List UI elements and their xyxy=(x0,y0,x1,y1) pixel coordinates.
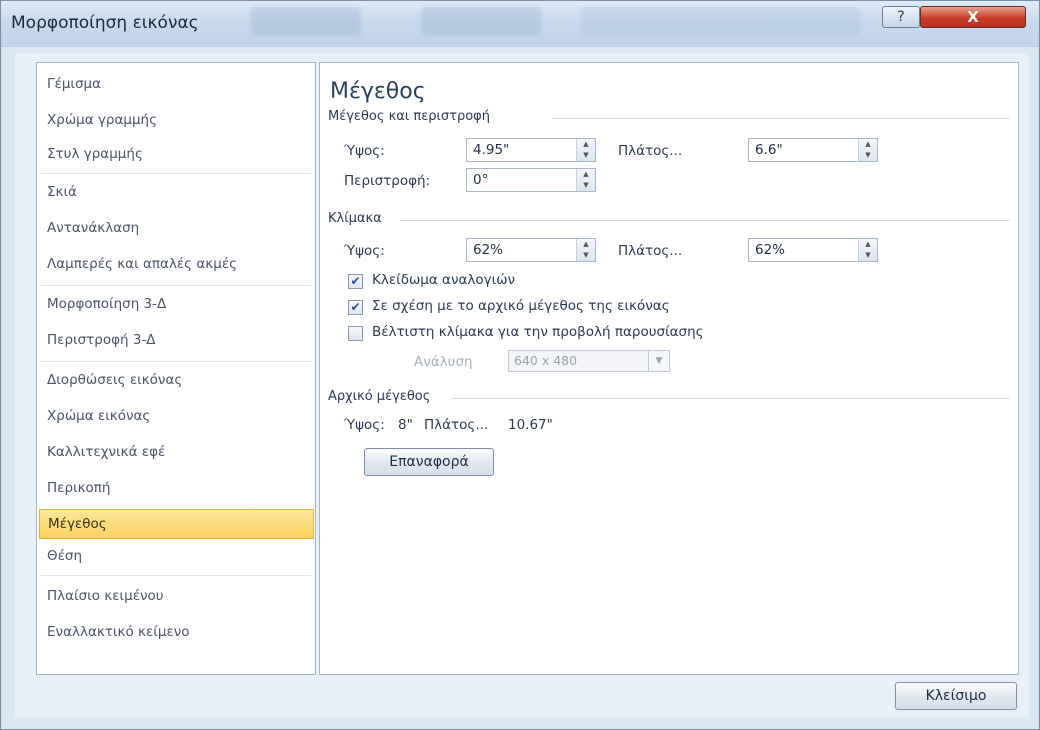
spin-up-icon[interactable]: ▲ xyxy=(859,239,877,250)
nav-item-fill[interactable]: Γέμισμα xyxy=(39,69,314,99)
help-icon: ? xyxy=(897,9,905,25)
scale-height-label: Ύψος: xyxy=(344,243,385,259)
size-width-label: Πλάτος... xyxy=(618,143,683,159)
size-panel: Μέγεθος Μέγεθος και περιστροφή Ύψος: 4.9… xyxy=(319,62,1019,675)
nav-item-picture-color[interactable]: Χρώμα εικόνας xyxy=(39,401,314,431)
category-list: Γέμισμα Χρώμα γραμμής Στυλ γραμμής Σκιά … xyxy=(36,62,316,675)
size-height-value[interactable]: 4.95" xyxy=(473,142,509,158)
spin-down-icon[interactable]: ▼ xyxy=(577,180,595,191)
scale-height-spinner[interactable]: 62% ▲ ▼ xyxy=(466,238,596,262)
panel-title: Μέγεθος xyxy=(330,79,426,104)
checkmark-icon: ✔ xyxy=(350,274,361,288)
size-height-spinner[interactable]: 4.95" ▲ ▼ xyxy=(466,138,596,162)
format-picture-dialog: Μορφοποίηση εικόνας ? X Γέμισμα Χρώμα γρ… xyxy=(0,0,1040,730)
spin-up-icon[interactable]: ▲ xyxy=(577,169,595,180)
spin-arrows[interactable]: ▲ ▼ xyxy=(858,239,877,261)
section-scale-heading: Κλίμακα xyxy=(328,211,382,226)
chevron-down-icon[interactable]: ▼ xyxy=(648,351,669,371)
scale-width-value[interactable]: 62% xyxy=(755,242,785,258)
nav-item-line-style[interactable]: Στυλ γραμμής xyxy=(39,139,314,169)
nav-separator xyxy=(41,173,311,174)
close-button[interactable]: Κλείσιμο xyxy=(895,682,1017,710)
window-close-button[interactable]: X xyxy=(920,6,1026,28)
scale-height-value[interactable]: 62% xyxy=(473,242,503,258)
section-divider xyxy=(452,398,1010,399)
resolution-dropdown[interactable]: 640 x 480 ▼ xyxy=(508,350,670,372)
nav-item-glow-soft-edges[interactable]: Λαμπερές και απαλές ακμές xyxy=(39,249,314,279)
spin-arrows[interactable]: ▲ ▼ xyxy=(858,139,877,161)
section-original-heading: Αρχικό μέγεθος xyxy=(328,389,431,404)
section-divider xyxy=(552,118,1010,119)
titlebar-glass xyxy=(581,7,861,35)
nav-item-size[interactable]: Μέγεθος xyxy=(39,509,314,539)
titlebar-glass xyxy=(421,7,541,35)
resolution-label: Ανάλυση xyxy=(414,354,473,370)
spin-arrows[interactable]: ▲ ▼ xyxy=(576,239,595,261)
nav-item-3d-rotation[interactable]: Περιστροφή 3-Δ xyxy=(39,325,314,355)
checkmark-icon: ✔ xyxy=(350,300,361,314)
resolution-value: 640 x 480 xyxy=(514,353,578,368)
spin-down-icon[interactable]: ▼ xyxy=(577,150,595,161)
spin-up-icon[interactable]: ▲ xyxy=(577,139,595,150)
nav-item-crop[interactable]: Περικοπή xyxy=(39,473,314,503)
original-height-value: 8" xyxy=(398,417,413,433)
relative-original-label[interactable]: Σε σχέση με το αρχικό μέγεθος της εικόνα… xyxy=(372,298,670,314)
rotation-spinner[interactable]: 0° ▲ ▼ xyxy=(466,168,596,192)
spin-up-icon[interactable]: ▲ xyxy=(859,139,877,150)
nav-separator xyxy=(41,575,311,576)
nav-item-picture-corrections[interactable]: Διορθώσεις εικόνας xyxy=(39,365,314,395)
original-height-label: Ύψος: xyxy=(344,417,385,433)
spin-arrows[interactable]: ▲ ▼ xyxy=(576,169,595,191)
rotation-label: Περιστροφή: xyxy=(344,173,431,189)
close-icon: X xyxy=(967,8,979,26)
nav-separator xyxy=(41,361,311,362)
reset-button[interactable]: Επαναφορά xyxy=(364,448,494,476)
nav-item-shadow[interactable]: Σκιά xyxy=(39,177,314,207)
best-scale-checkbox[interactable] xyxy=(348,326,363,341)
nav-item-alt-text[interactable]: Εναλλακτικό κείμενο xyxy=(39,617,314,647)
title-bar[interactable]: Μορφοποίηση εικόνας ? X xyxy=(1,1,1039,47)
spin-down-icon[interactable]: ▼ xyxy=(859,250,877,261)
titlebar-glass xyxy=(251,7,361,35)
spin-down-icon[interactable]: ▼ xyxy=(859,150,877,161)
lock-aspect-checkbox[interactable]: ✔ xyxy=(348,274,363,289)
nav-item-reflection[interactable]: Αντανάκλαση xyxy=(39,213,314,243)
best-scale-label[interactable]: Βέλτιστη κλίμακα για την προβολή παρουσί… xyxy=(372,324,704,340)
nav-item-position[interactable]: Θέση xyxy=(39,541,314,571)
nav-item-text-box[interactable]: Πλαίσιο κειμένου xyxy=(39,581,314,611)
spin-up-icon[interactable]: ▲ xyxy=(577,239,595,250)
window-title: Μορφοποίηση εικόνας xyxy=(11,13,199,33)
size-height-label: Ύψος: xyxy=(344,143,385,159)
section-divider xyxy=(400,220,1010,221)
spin-arrows[interactable]: ▲ ▼ xyxy=(576,139,595,161)
nav-item-artistic-effects[interactable]: Καλλιτεχνικά εφέ xyxy=(39,437,314,467)
scale-width-spinner[interactable]: 62% ▲ ▼ xyxy=(748,238,878,262)
nav-item-3d-format[interactable]: Μορφοποίηση 3-Δ xyxy=(39,289,314,319)
original-width-value: 10.67" xyxy=(508,417,553,433)
nav-separator xyxy=(41,285,311,286)
help-button[interactable]: ? xyxy=(882,6,920,28)
nav-item-line-color[interactable]: Χρώμα γραμμής xyxy=(39,105,314,135)
original-width-label: Πλάτος... xyxy=(424,417,489,433)
section-size-rotate-heading: Μέγεθος και περιστροφή xyxy=(328,109,490,124)
spin-down-icon[interactable]: ▼ xyxy=(577,250,595,261)
size-width-spinner[interactable]: 6.6" ▲ ▼ xyxy=(748,138,878,162)
size-width-value[interactable]: 6.6" xyxy=(755,142,783,158)
dialog-body: Γέμισμα Χρώμα γραμμής Στυλ γραμμής Σκιά … xyxy=(15,53,1029,717)
scale-width-label: Πλάτος... xyxy=(618,243,683,259)
lock-aspect-label[interactable]: Κλείδωμα αναλογιών xyxy=(372,272,515,288)
rotation-value[interactable]: 0° xyxy=(473,172,488,188)
relative-original-checkbox[interactable]: ✔ xyxy=(348,300,363,315)
